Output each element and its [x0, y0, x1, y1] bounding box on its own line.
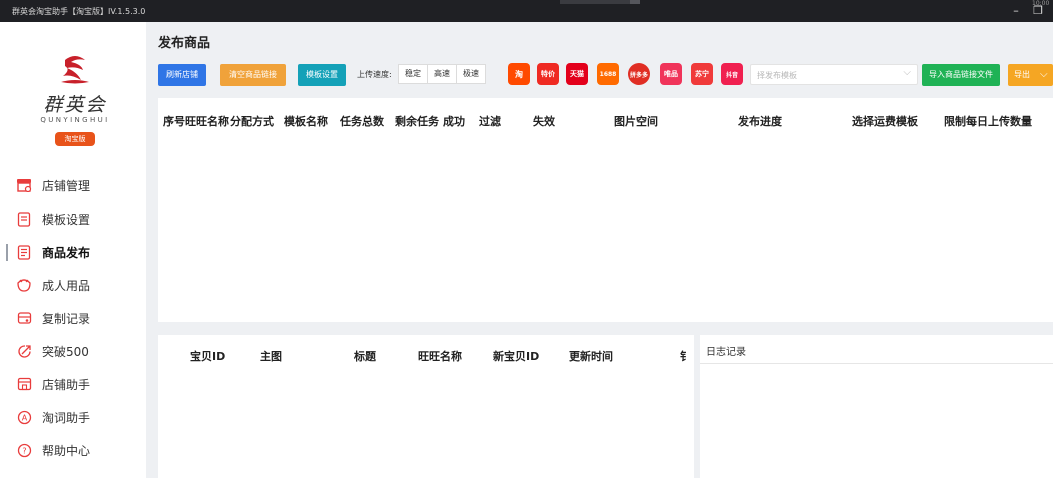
sidebar-item-label: 商品发布 [42, 246, 91, 260]
suning-platform-icon[interactable]: 苏宁 [691, 63, 713, 85]
column-header-filtered: 过滤 [479, 115, 501, 128]
window-title: 群英会淘宝助手【淘宝版】IV.1.5.3.0 [12, 7, 146, 16]
sidebar-item-label: 复制记录 [42, 312, 91, 326]
sidebar-item-shop-assistant[interactable]: 店铺助手 [0, 369, 146, 399]
logo-english-name: QUNYINGHUI [40, 116, 110, 124]
sidebar-item-label: 店铺管理 [42, 179, 91, 193]
speed-option-fast[interactable]: 高速 [427, 64, 457, 84]
publish-template-placeholder: 择发布模板 [757, 71, 797, 80]
template-settings-button[interactable]: 模板设置 [298, 64, 346, 86]
column-header-template-name: 模板名称 [284, 115, 328, 128]
column-header-index: 序号 [163, 115, 185, 128]
column-header-remaining-tasks: 剩余任务 [395, 115, 439, 128]
sidebar-item-store-management[interactable]: 店铺管理 [0, 170, 146, 200]
speed-option-stable[interactable]: 稳定 [398, 64, 428, 84]
title-bar: 群英会淘宝助手【淘宝版】IV.1.5.3.0 10:00 – ❐ [0, 0, 1053, 22]
vipshop-platform-icon[interactable]: 唯品 [660, 63, 682, 85]
svg-text:?: ? [22, 446, 26, 455]
publish-template-select[interactable]: 择发布模板 ⌵ [750, 64, 918, 85]
edition-badge: 淘宝版 [55, 132, 95, 146]
import-links-button[interactable]: 导入商品链接文件 [922, 64, 1000, 86]
keyword-icon: A [16, 409, 32, 425]
column-header-wangwang: 旺旺名称 [185, 115, 229, 128]
column-header-success: 成功 [443, 115, 465, 128]
sidebar-item-breakthrough-500[interactable]: 突破500 [0, 336, 146, 366]
publish-icon [16, 244, 32, 260]
app-logo: 群英会 QUNYINGHUI 淘宝版 [35, 50, 115, 150]
column-header-title: 标题 [354, 350, 376, 363]
sidebar-item-label: 成人用品 [42, 279, 91, 293]
task-table: 序号 旺旺名称 分配方式 模板名称 任务总数 剩余任务 成功 过滤 失效 图片空… [158, 98, 1053, 322]
clear-links-button[interactable]: 清空商品链接 [220, 64, 286, 86]
help-icon: ? [16, 442, 32, 458]
sidebar: 群英会 QUNYINGHUI 淘宝版 店铺管理 模板设置 商品发布 成人用品 复… [0, 22, 146, 478]
sidebar-item-template-settings[interactable]: 模板设置 [0, 204, 146, 234]
export-button-label: 导出 [1014, 70, 1030, 79]
sidebar-item-label: 店铺助手 [42, 378, 91, 392]
sidebar-item-label: 突破500 [42, 345, 89, 359]
sidebar-item-adult-products[interactable]: 成人用品 [0, 270, 146, 300]
column-header-allocation: 分配方式 [230, 115, 274, 128]
sidebar-item-copy-records[interactable]: 复制记录 [0, 303, 146, 333]
sidebar-item-label: 淘词助手 [42, 411, 91, 425]
taobao-platform-icon[interactable]: 淘 [508, 63, 530, 85]
tmall-platform-icon[interactable]: 天猫 [566, 63, 588, 85]
tejia-platform-icon[interactable]: 特价 [537, 63, 559, 85]
minimize-icon[interactable]: – [1008, 4, 1024, 18]
sidebar-item-help-center[interactable]: ? 帮助中心 [0, 435, 146, 465]
template-icon [16, 211, 32, 227]
store-icon [16, 177, 32, 193]
upload-speed-label: 上传速度: [357, 70, 392, 79]
refresh-shop-button[interactable]: 刷新店铺 [158, 64, 206, 86]
log-panel [700, 335, 1053, 478]
alibaba-1688-platform-icon[interactable]: 1688 [597, 63, 619, 85]
export-button[interactable]: 导出 ⌵ [1008, 64, 1053, 86]
column-header-total-tasks: 任务总数 [340, 115, 384, 128]
logo-chinese-name: 群英会 [43, 94, 107, 116]
column-header-image-space: 图片空间 [614, 115, 658, 128]
chevron-down-icon: ⌵ [1040, 69, 1048, 80]
breakthrough-icon [16, 343, 32, 359]
shop-assistant-icon [16, 376, 32, 392]
sidebar-item-keyword-assistant[interactable]: A 淘词助手 [0, 402, 146, 432]
page-title: 发布商品 [158, 36, 211, 51]
column-header-invalid: 失效 [533, 115, 555, 128]
title-bar-tab-strip-accent [630, 0, 640, 4]
log-title: 日志记录 [706, 347, 746, 358]
copy-record-icon [16, 310, 32, 326]
column-header-main-image: 主图 [260, 350, 282, 363]
log-divider [700, 363, 1053, 364]
dragon-logo-icon [61, 56, 89, 84]
chevron-down-icon: ⌵ [903, 67, 911, 78]
sidebar-item-product-publish[interactable]: 商品发布 [0, 237, 146, 267]
pinduoduo-platform-icon[interactable]: 拼多多 [628, 63, 650, 85]
column-header-daily-upload-limit: 限制每日上传数量 [944, 115, 1032, 128]
sidebar-item-label: 模板设置 [42, 213, 91, 227]
sidebar-item-label: 帮助中心 [42, 444, 91, 458]
column-header-new-item-id: 新宝贝ID [493, 350, 540, 363]
restore-icon[interactable]: ❐ [1030, 4, 1046, 18]
column-header-shipping-template: 选择运费模板 [852, 115, 918, 128]
column-header-wangwang-name: 旺旺名称 [418, 350, 462, 363]
svg-text:A: A [21, 413, 27, 422]
item-table: 宝贝ID 主图 标题 旺旺名称 新宝贝ID 更新时间 钅 [158, 335, 694, 478]
adult-icon [16, 277, 32, 293]
douyin-platform-icon[interactable]: 抖音 [721, 63, 743, 85]
column-header-update-time: 更新时间 [569, 350, 613, 363]
title-bar-tab-strip [560, 0, 630, 4]
column-header-item-id: 宝贝ID [190, 350, 226, 363]
column-header-truncated: 钅 [680, 350, 691, 363]
column-header-publish-progress: 发布进度 [738, 115, 782, 128]
speed-option-extreme[interactable]: 极速 [456, 64, 486, 84]
